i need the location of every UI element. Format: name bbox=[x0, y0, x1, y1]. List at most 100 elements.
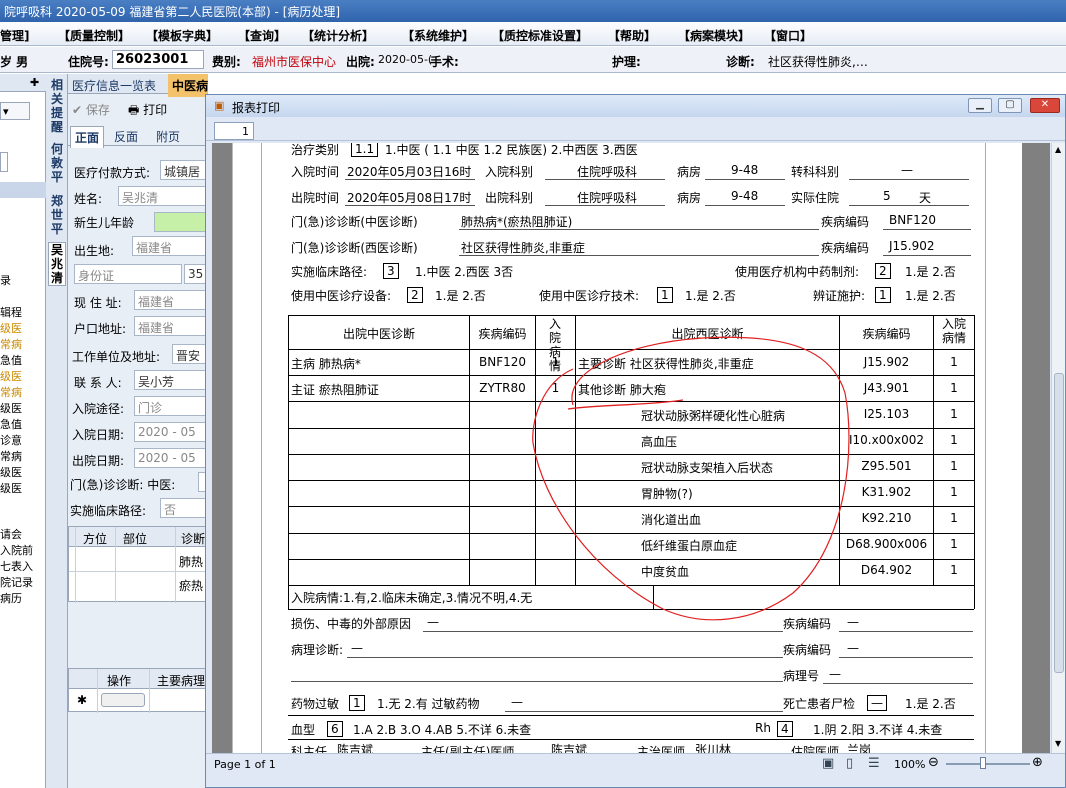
tree-item[interactable]: 级医 bbox=[0, 320, 22, 336]
workplace-label: 工作单位及地址: bbox=[72, 350, 161, 364]
diagnosis-grid: 方位 部位 诊断 肺热 瘀热 bbox=[68, 526, 208, 603]
current-address-field[interactable]: 福建省 bbox=[134, 290, 208, 310]
multi-page-icon[interactable]: ▣ bbox=[822, 756, 834, 771]
tree-item[interactable]: 入院前 bbox=[0, 542, 33, 558]
grid-header-diagnosis[interactable]: 诊断 bbox=[181, 530, 205, 547]
tab-info-overview[interactable]: 医疗信息一览表 bbox=[72, 77, 156, 94]
wm-dx-condition: 1 bbox=[950, 511, 958, 525]
tcm-equipment-box: 2 bbox=[407, 287, 423, 303]
tree-item[interactable]: 急值 bbox=[0, 352, 22, 368]
grid-header-main-pathology[interactable]: 主要病理 bbox=[157, 672, 205, 689]
grid-cell-diagnosis[interactable]: 瘀热 bbox=[179, 577, 203, 594]
menu-window[interactable]: 【窗口】 bbox=[764, 27, 812, 44]
admission-route-field[interactable]: 门诊 bbox=[134, 396, 208, 416]
discharge-date-field[interactable]: 2020 - 05 bbox=[134, 448, 208, 468]
attending-label: 主治医师 bbox=[637, 745, 686, 753]
tree-item[interactable]: 七表入 bbox=[0, 558, 33, 574]
name-field[interactable]: 吴兆清 bbox=[118, 186, 208, 206]
hukou-address-field[interactable]: 福建省 bbox=[134, 316, 208, 336]
zoom-out-icon[interactable]: ⊖ bbox=[928, 755, 939, 770]
vtab-doctor-he[interactable]: 何敦平 bbox=[48, 142, 66, 184]
wm-dx-code: Z95.501 bbox=[861, 459, 912, 473]
drug-allergy-label: 药物过敏 bbox=[291, 697, 340, 711]
menu-template-dictionary[interactable]: 【模板字典】 bbox=[146, 27, 218, 44]
patient-age-sex: 岁 男 bbox=[0, 55, 29, 69]
page-count: Page 1 of 1 bbox=[214, 758, 276, 771]
scroll-down-icon[interactable]: ▼ bbox=[1055, 739, 1061, 748]
menu-help[interactable]: 【帮助】 bbox=[608, 27, 656, 44]
tree-search-box[interactable] bbox=[0, 152, 8, 172]
menu-management[interactable]: 管理] bbox=[0, 27, 30, 44]
vtab-reminders[interactable]: 相关提醒 bbox=[48, 78, 66, 134]
vtab-doctor-wu[interactable]: 吴兆清 bbox=[48, 242, 66, 286]
vertical-scrollbar[interactable]: ▲ ▼ bbox=[1051, 143, 1065, 753]
tree-item[interactable]: 常病 bbox=[0, 384, 22, 400]
tree-item[interactable]: 常病 bbox=[0, 336, 22, 352]
minimize-button[interactable]: ▁ bbox=[968, 98, 992, 113]
discharge-time-value: 2020年05月08日17时 bbox=[347, 191, 472, 205]
admission-no-field[interactable]: 26023001 bbox=[112, 50, 204, 69]
single-page-icon[interactable]: ▯ bbox=[846, 756, 853, 771]
contact-field[interactable]: 吴小芳 bbox=[134, 370, 208, 390]
report-print-dialog: ▣ 报表打印 ▁ ▢ ✕ 1 治疗类别 1.1 1.中医 ( 1.1 中医 1.… bbox=[205, 94, 1066, 788]
maximize-button[interactable]: ▢ bbox=[998, 98, 1022, 113]
scroll-thumb[interactable] bbox=[1054, 373, 1064, 673]
tree-item[interactable]: 级医 bbox=[0, 480, 22, 496]
birthplace-field[interactable]: 福建省 bbox=[132, 236, 208, 256]
zoom-slider-thumb[interactable] bbox=[980, 757, 986, 769]
app-title-bar: 院呼吸科 2020-05-09 福建省第二人民医院(本部) - [病历处理] bbox=[0, 0, 1066, 22]
underline bbox=[883, 229, 971, 230]
admission-date-field[interactable]: 2020 - 05 bbox=[134, 422, 208, 442]
wm-dx-code-value: J15.902 bbox=[889, 239, 935, 253]
tree-item[interactable]: 常病 bbox=[0, 448, 22, 464]
scroll-up-icon[interactable]: ▲ bbox=[1055, 145, 1061, 154]
menu-qc-standard[interactable]: 【质控标准设置】 bbox=[492, 27, 588, 44]
tree-item[interactable]: 病历 bbox=[0, 590, 22, 606]
tree-item[interactable]: 级医 bbox=[0, 400, 22, 416]
discharge-date-label: 出院日期: bbox=[72, 454, 125, 468]
tree-item[interactable]: 诊意 bbox=[0, 432, 22, 448]
tree-dropdown[interactable]: ▾ bbox=[0, 102, 30, 120]
menu-quality-control[interactable]: 【质量控制】 bbox=[58, 27, 130, 44]
print-button[interactable]: 🖶 打印 bbox=[128, 101, 167, 122]
menu-statistics[interactable]: 【统计分析】 bbox=[302, 27, 374, 44]
subtab-front[interactable]: 正面 bbox=[70, 126, 105, 148]
tree-item[interactable]: 急值 bbox=[0, 416, 22, 432]
menu-query[interactable]: 【查询】 bbox=[238, 27, 286, 44]
tree-item[interactable]: 辑程 bbox=[0, 304, 22, 320]
tree-item[interactable]: 级医 bbox=[0, 464, 22, 480]
tab-tcm-homepage[interactable]: 中医病案首页(新) bbox=[168, 74, 208, 97]
treatment-type-box: 1.1 bbox=[351, 143, 379, 157]
grid-cell-diagnosis[interactable]: 肺热 bbox=[179, 553, 203, 570]
pathology-dx-value: — bbox=[351, 641, 363, 655]
wm-dx-code: D68.900x006 bbox=[845, 537, 928, 551]
tree-item[interactable]: 院记录 bbox=[0, 574, 33, 590]
newborn-age-field[interactable] bbox=[154, 212, 208, 232]
operation-button[interactable] bbox=[101, 693, 145, 707]
vtab-doctor-zheng[interactable]: 郑世平 bbox=[48, 194, 66, 236]
menu-system-maintenance[interactable]: 【系统维护】 bbox=[402, 27, 474, 44]
id-type-select[interactable]: 身份证 bbox=[74, 264, 182, 284]
grid-header-site[interactable]: 部位 bbox=[123, 530, 147, 547]
close-button[interactable]: ✕ bbox=[1030, 98, 1060, 113]
clinical-path-field[interactable]: 否 bbox=[160, 498, 208, 518]
page-number-input[interactable]: 1 bbox=[214, 122, 254, 140]
menu-record-module[interactable]: 【病案模块】 bbox=[678, 27, 750, 44]
tree-item[interactable]: 录 bbox=[0, 272, 11, 288]
grid-header-operation[interactable]: 操作 bbox=[107, 672, 131, 689]
payment-field[interactable]: 城镇居 bbox=[160, 160, 208, 180]
menu-bar: 管理] 【质量控制】 【模板字典】 【查询】 【统计分析】 【系统维护】 【质控… bbox=[0, 22, 1066, 46]
tree-item[interactable]: 级医 bbox=[0, 368, 22, 384]
save-button[interactable]: ✔ 保存 bbox=[72, 101, 110, 118]
grid-header-position[interactable]: 方位 bbox=[83, 530, 107, 547]
continuous-page-icon[interactable]: ☰ bbox=[868, 756, 880, 771]
report-viewer[interactable]: 治疗类别 1.1 1.中医 ( 1.1 中医 1.2 民族医) 2.中西医 3.… bbox=[212, 143, 1050, 753]
subtab-back[interactable]: 反面 bbox=[114, 128, 138, 145]
tree-item[interactable]: 请会 bbox=[0, 526, 22, 542]
pin-icon[interactable]: ✚ bbox=[30, 76, 39, 89]
workplace-field[interactable]: 晋安 bbox=[172, 344, 208, 364]
table-header-code: 疾病编码 bbox=[478, 327, 527, 341]
zoom-slider-track[interactable] bbox=[946, 763, 1030, 765]
zoom-in-icon[interactable]: ⊕ bbox=[1032, 755, 1043, 770]
subtab-appendix[interactable]: 附页 bbox=[156, 128, 180, 145]
